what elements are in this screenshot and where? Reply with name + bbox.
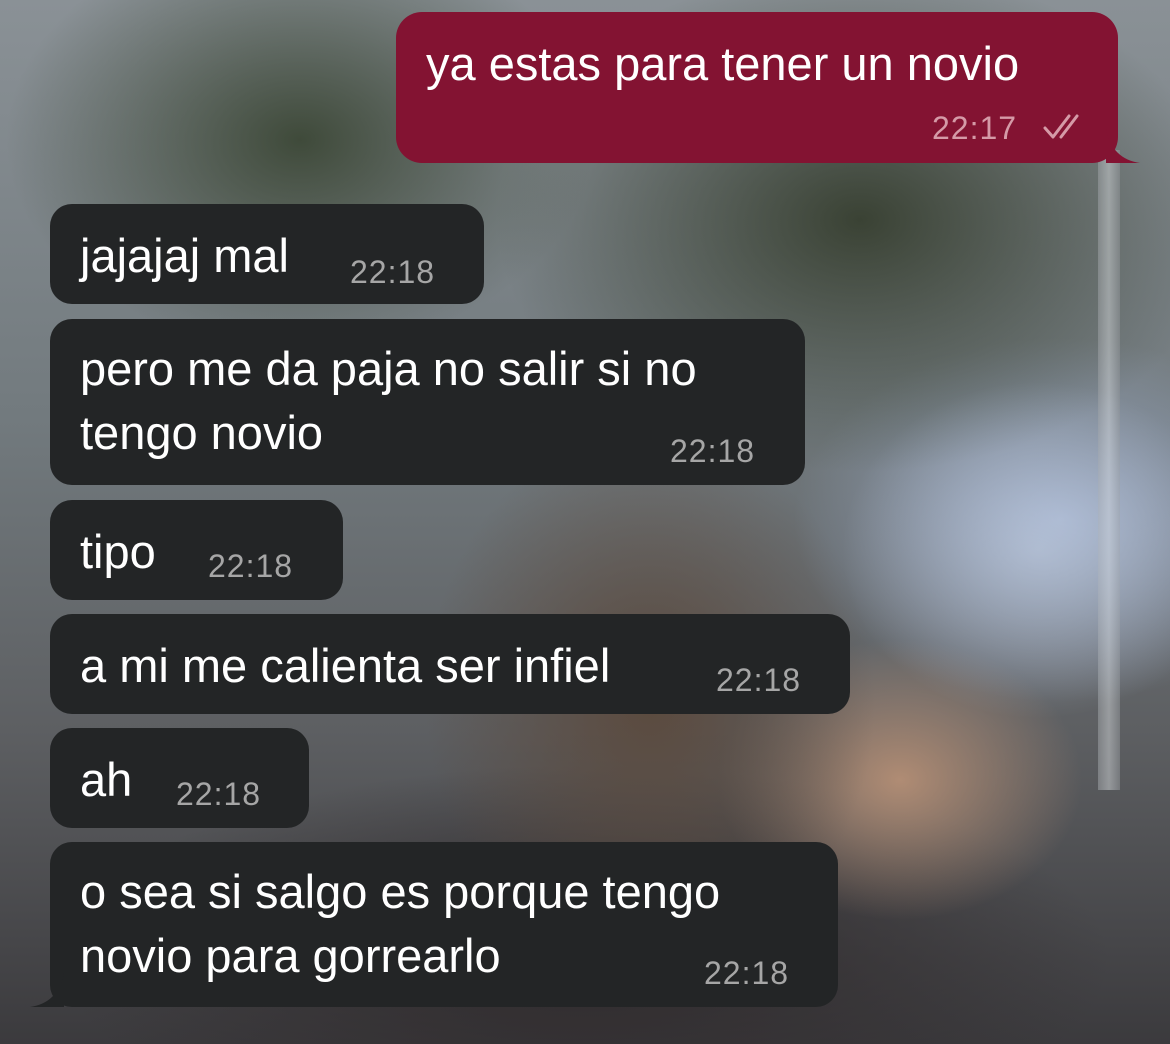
message-bubble-outgoing[interactable]: ya estas para tener un novio 22:17 <box>396 12 1118 163</box>
message-time: 22:18 <box>176 776 262 812</box>
message-bubble-incoming[interactable]: ah 22:18 <box>50 728 309 828</box>
wallpaper-smoke <box>840 380 1170 720</box>
message-bubble-incoming[interactable]: pero me da paja no salir si no tengo nov… <box>50 319 805 485</box>
message-text-line: pero me da paja no salir si no <box>80 342 697 395</box>
message-bubble-incoming[interactable]: o sea si salgo es porque tengo novio par… <box>50 842 838 1007</box>
message-bubble-incoming[interactable]: jajajaj mal 22:18 <box>50 204 484 304</box>
message-text: ya estas para tener un novio <box>426 37 1020 90</box>
message-text: ah <box>80 753 133 806</box>
message-time: 22:17 <box>932 110 1018 146</box>
message-text-line: o sea si salgo es porque tengo <box>80 865 721 918</box>
message-bubble-incoming[interactable]: a mi me calienta ser infiel 22:18 <box>50 614 850 714</box>
bubble-tail-outgoing <box>1106 129 1140 163</box>
message-time: 22:18 <box>350 254 436 290</box>
message-time: 22:18 <box>208 548 294 584</box>
bubble-tail-incoming <box>30 973 64 1007</box>
message-text: jajajaj mal <box>80 229 289 282</box>
message-text-line: tengo novio <box>80 406 324 459</box>
message-text: tipo <box>80 525 156 578</box>
message-time: 22:18 <box>670 433 756 469</box>
message-text-line: novio para gorrearlo <box>80 929 501 982</box>
message-time: 22:18 <box>704 955 790 991</box>
message-time: 22:18 <box>716 662 802 698</box>
message-bubble-incoming[interactable]: tipo 22:18 <box>50 500 343 600</box>
message-text: a mi me calienta ser infiel <box>80 639 611 692</box>
double-check-icon <box>1043 114 1079 139</box>
